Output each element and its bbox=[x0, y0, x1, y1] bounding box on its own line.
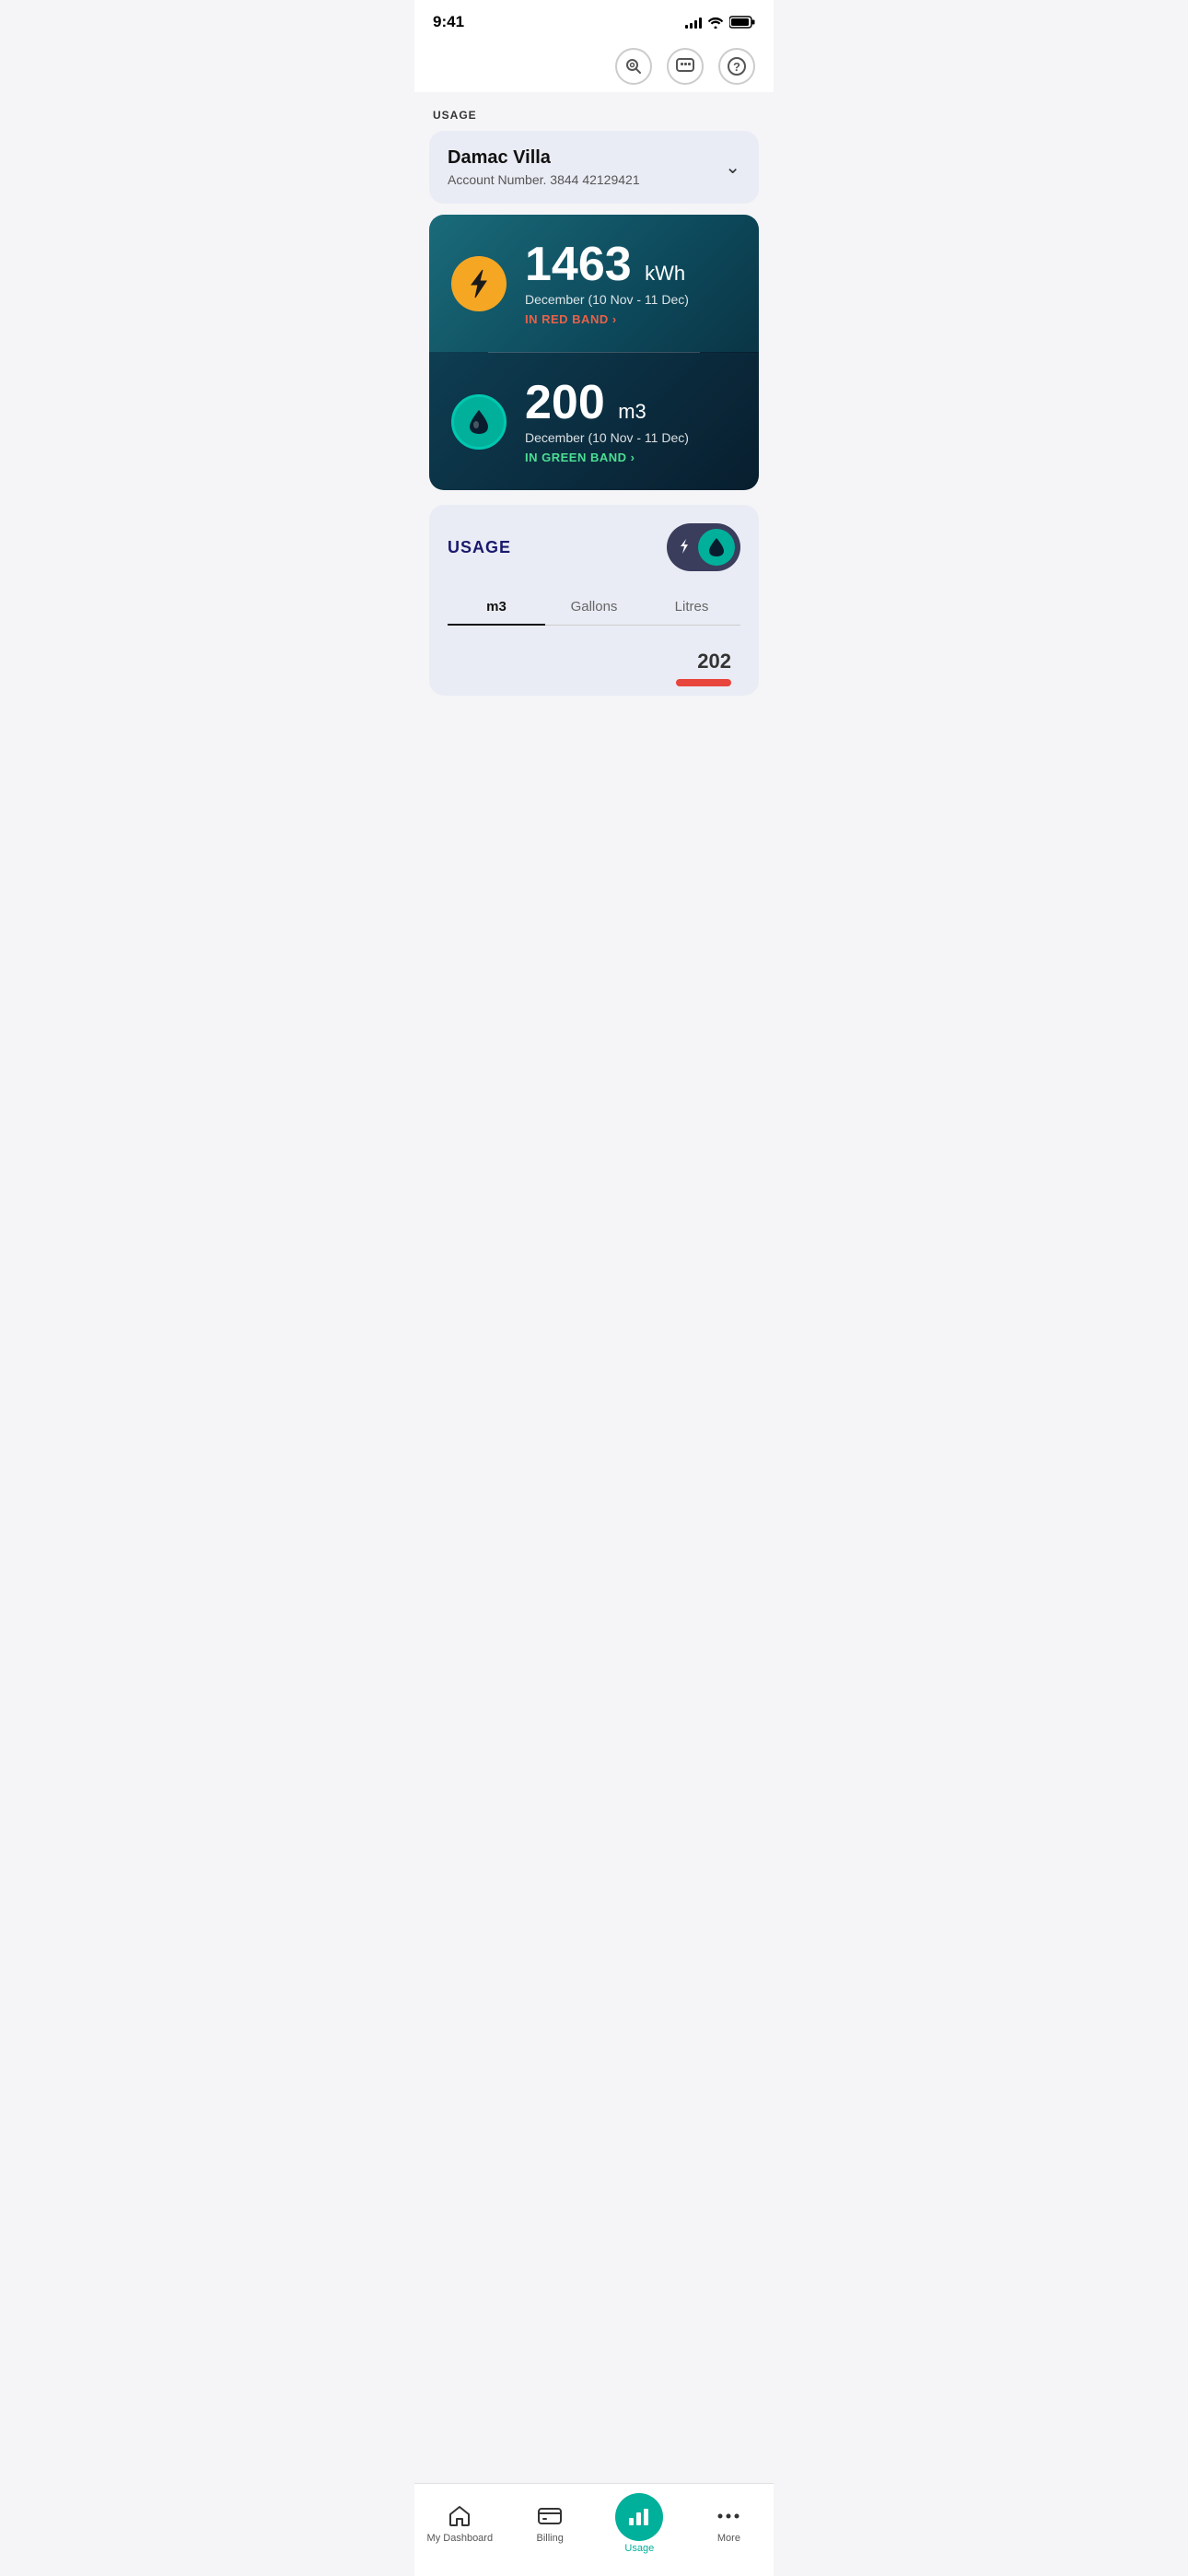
nav-label-usage: Usage bbox=[624, 2543, 654, 2554]
signal-bars-icon bbox=[685, 16, 702, 29]
electricity-value: 1463 kWh bbox=[525, 240, 689, 288]
message-button[interactable] bbox=[667, 48, 704, 85]
battery-icon bbox=[729, 16, 755, 29]
usage-detail-title: USAGE bbox=[448, 538, 511, 557]
water-value: 200 m3 bbox=[525, 379, 689, 427]
chevron-down-icon[interactable]: ⌄ bbox=[725, 156, 740, 179]
tab-litres[interactable]: Litres bbox=[643, 590, 740, 626]
nav-item-billing[interactable]: Billing bbox=[518, 2503, 582, 2544]
bottom-navigation: My Dashboard Billing Usage bbox=[414, 2483, 774, 2576]
utility-toggle[interactable] bbox=[667, 523, 740, 571]
chart-area: 202 bbox=[448, 640, 740, 696]
svg-text:?: ? bbox=[733, 60, 740, 74]
status-time: 9:41 bbox=[433, 13, 464, 31]
chart-value: 202 bbox=[697, 650, 731, 673]
electricity-band[interactable]: IN RED BAND bbox=[525, 312, 689, 326]
nav-item-usage[interactable]: Usage bbox=[607, 2493, 671, 2554]
water-data: 200 m3 December (10 Nov - 11 Dec) IN GRE… bbox=[525, 379, 689, 464]
toggle-electricity-icon bbox=[678, 538, 691, 557]
nav-label-dashboard: My Dashboard bbox=[427, 2533, 494, 2544]
nav-item-dashboard[interactable]: My Dashboard bbox=[427, 2503, 494, 2544]
nav-label-billing: Billing bbox=[537, 2533, 564, 2544]
water-drop-icon bbox=[468, 408, 490, 436]
electricity-data: 1463 kWh December (10 Nov - 11 Dec) IN R… bbox=[525, 240, 689, 326]
lightning-icon bbox=[466, 268, 492, 299]
electricity-card[interactable]: 1463 kWh December (10 Nov - 11 Dec) IN R… bbox=[429, 215, 759, 352]
more-icon bbox=[716, 2503, 741, 2529]
nav-item-more[interactable]: More bbox=[696, 2503, 761, 2544]
card-separator bbox=[429, 352, 759, 353]
billing-icon bbox=[537, 2503, 563, 2529]
wifi-icon bbox=[707, 16, 724, 29]
tab-m3[interactable]: m3 bbox=[448, 590, 545, 626]
account-number: Account Number. 3844 42129421 bbox=[448, 172, 640, 187]
chart-bar bbox=[676, 679, 731, 686]
header-toolbar: ? bbox=[414, 37, 774, 92]
usage-circle bbox=[615, 2493, 663, 2541]
toggle-water-circle bbox=[698, 529, 735, 566]
status-bar: 9:41 bbox=[414, 0, 774, 37]
unit-tabs: m3 Gallons Litres bbox=[448, 590, 740, 626]
search-button[interactable] bbox=[615, 48, 652, 85]
help-button[interactable]: ? bbox=[718, 48, 755, 85]
status-icons bbox=[685, 16, 755, 29]
message-icon bbox=[676, 58, 694, 75]
usage-detail-header: USAGE bbox=[448, 523, 740, 571]
nav-label-more: More bbox=[717, 2533, 740, 2544]
usage-detail-card: USAGE m3 Gallons Litres bbox=[429, 505, 759, 696]
account-info: Damac Villa Account Number. 3844 4212942… bbox=[448, 147, 640, 187]
water-band[interactable]: IN GREEN BAND bbox=[525, 451, 689, 464]
search-icon bbox=[624, 57, 643, 76]
tab-gallons[interactable]: Gallons bbox=[545, 590, 643, 626]
account-card[interactable]: Damac Villa Account Number. 3844 4212942… bbox=[429, 131, 759, 204]
account-name: Damac Villa bbox=[448, 147, 640, 169]
home-icon bbox=[447, 2503, 472, 2529]
chart-bars-icon bbox=[627, 2507, 651, 2527]
toggle-water-icon bbox=[708, 537, 725, 557]
water-period: December (10 Nov - 11 Dec) bbox=[525, 430, 689, 445]
water-icon bbox=[451, 394, 507, 450]
usage-cards-container: 1463 kWh December (10 Nov - 11 Dec) IN R… bbox=[429, 215, 759, 490]
help-icon: ? bbox=[728, 57, 746, 76]
section-label: USAGE bbox=[414, 92, 774, 131]
electricity-period: December (10 Nov - 11 Dec) bbox=[525, 292, 689, 307]
electricity-icon bbox=[451, 256, 507, 311]
water-card[interactable]: 200 m3 December (10 Nov - 11 Dec) IN GRE… bbox=[429, 353, 759, 490]
